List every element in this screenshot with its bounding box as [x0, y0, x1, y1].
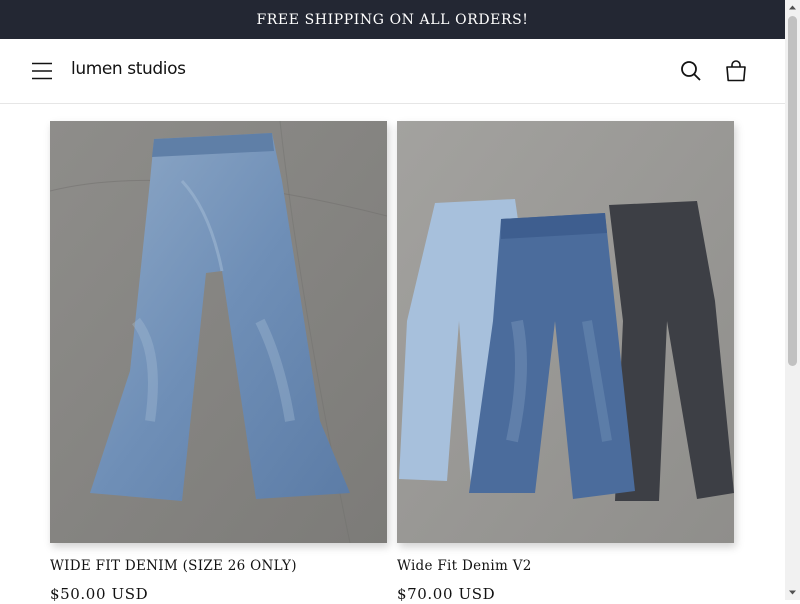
scroll-down-arrow-icon: [789, 590, 796, 595]
product-title[interactable]: WIDE FIT DENIM (SIZE 26 ONLY): [50, 558, 387, 574]
product-photo: [50, 121, 387, 543]
product-image-three-jeans[interactable]: [397, 121, 734, 543]
product-title[interactable]: Wide Fit Denim V2: [397, 558, 734, 574]
search-button[interactable]: [679, 59, 703, 83]
site-header: lumen studios: [0, 39, 785, 104]
scroll-down-button[interactable]: [785, 585, 800, 600]
hamburger-menu-icon: [32, 62, 52, 80]
page-scrollbar[interactable]: [785, 0, 800, 600]
search-icon: [681, 61, 701, 81]
product-price: $50.00 USD: [50, 585, 149, 603]
cart-button[interactable]: [723, 58, 749, 84]
store-logo-link[interactable]: lumen studios: [71, 59, 186, 79]
menu-button[interactable]: [30, 59, 54, 83]
shopping-bag-icon: [726, 60, 746, 82]
announcement-text: FREE SHIPPING ON ALL ORDERS!: [256, 11, 529, 28]
product-image-light-wash-jeans[interactable]: [50, 121, 387, 543]
product-price: $70.00 USD: [397, 585, 496, 603]
announcement-bar: FREE SHIPPING ON ALL ORDERS!: [0, 0, 785, 39]
scroll-up-button[interactable]: [785, 0, 800, 15]
product-photo: [397, 121, 734, 543]
scrollbar-thumb[interactable]: [788, 16, 797, 366]
scroll-up-arrow-icon: [789, 5, 796, 10]
